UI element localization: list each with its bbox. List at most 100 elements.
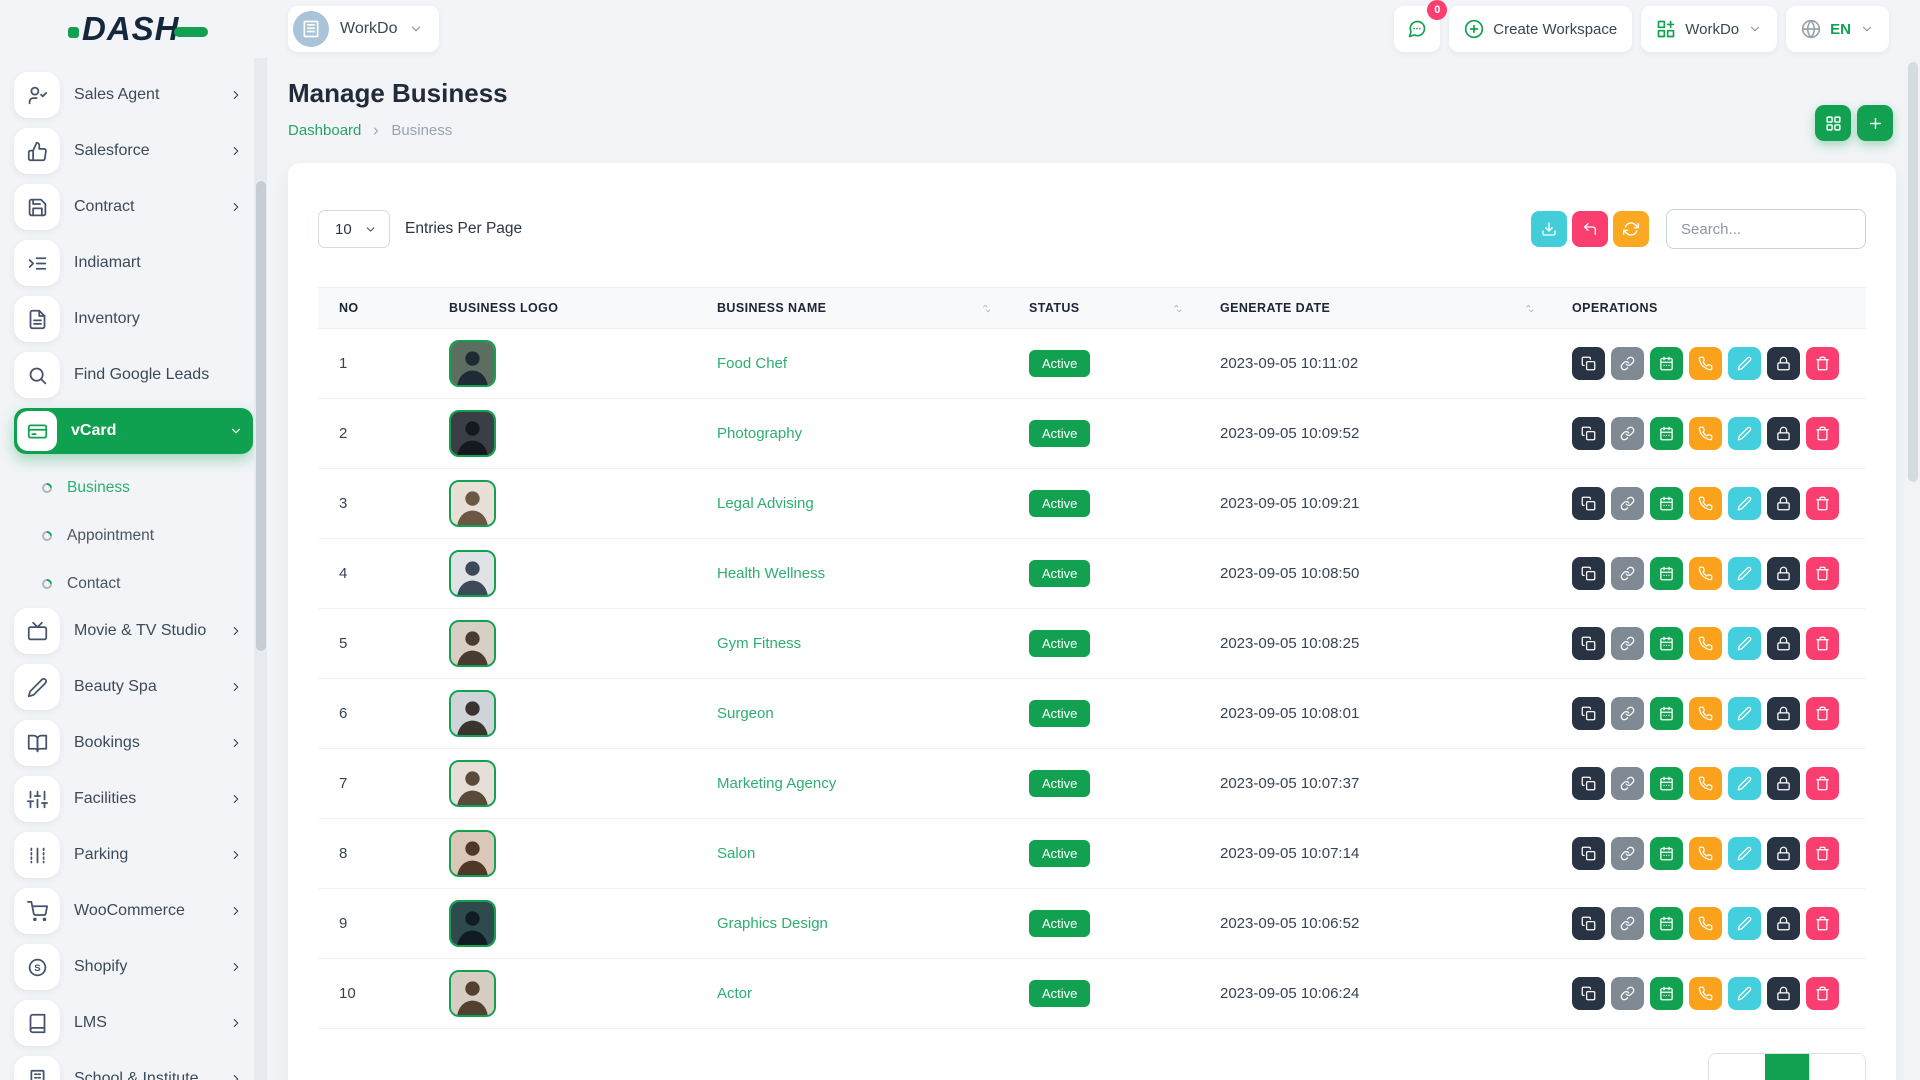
brand-logo[interactable]: DASH [68, 10, 267, 48]
sidebar-item-contract[interactable]: Contract [14, 184, 253, 230]
appointment-button[interactable] [1650, 347, 1683, 380]
call-button[interactable] [1689, 417, 1722, 450]
delete-button[interactable] [1806, 627, 1839, 660]
language-selector[interactable]: EN [1786, 6, 1889, 52]
link-button[interactable] [1611, 697, 1644, 730]
business-name-link[interactable]: Marketing Agency [717, 775, 836, 792]
sidebar-scrollbar-thumb[interactable] [256, 181, 266, 651]
business-name-link[interactable]: Gym Fitness [717, 635, 801, 652]
breadcrumb-dashboard-link[interactable]: Dashboard [288, 122, 361, 139]
duplicate-button[interactable] [1572, 417, 1605, 450]
pagination-previous-button[interactable] [1709, 1054, 1765, 1080]
sidebar-subitem-business[interactable]: Business [14, 464, 253, 512]
sort-icon[interactable] [981, 302, 994, 315]
edit-button[interactable] [1728, 487, 1761, 520]
workspace-selector[interactable]: WorkDo [288, 6, 439, 52]
call-button[interactable] [1689, 487, 1722, 520]
grid-view-button[interactable] [1815, 105, 1851, 141]
link-button[interactable] [1611, 417, 1644, 450]
sidebar-item-indiamart[interactable]: Indiamart [14, 240, 253, 286]
duplicate-button[interactable] [1572, 837, 1605, 870]
link-button[interactable] [1611, 837, 1644, 870]
edit-button[interactable] [1728, 837, 1761, 870]
sidebar-subitem-appointment[interactable]: Appointment [14, 512, 253, 560]
edit-button[interactable] [1728, 977, 1761, 1010]
duplicate-button[interactable] [1572, 697, 1605, 730]
password-button[interactable] [1767, 767, 1800, 800]
sidebar-item-facilities[interactable]: Facilities [14, 776, 253, 822]
appointment-button[interactable] [1650, 907, 1683, 940]
delete-button[interactable] [1806, 977, 1839, 1010]
appointment-button[interactable] [1650, 697, 1683, 730]
call-button[interactable] [1689, 697, 1722, 730]
sidebar-item-parking[interactable]: Parking [14, 832, 253, 878]
sidebar-item-school-institute[interactable]: School & Institute [14, 1056, 253, 1080]
appointment-button[interactable] [1650, 837, 1683, 870]
sidebar-item-bookings[interactable]: Bookings [14, 720, 253, 766]
page-scrollbar[interactable] [1905, 0, 1920, 1080]
call-button[interactable] [1689, 837, 1722, 870]
app-menu-button[interactable]: WorkDo [1641, 6, 1777, 52]
duplicate-button[interactable] [1572, 627, 1605, 660]
sidebar-item-lms[interactable]: LMS [14, 1000, 253, 1046]
business-name-link[interactable]: Graphics Design [717, 915, 828, 932]
edit-button[interactable] [1728, 557, 1761, 590]
export-button[interactable] [1531, 211, 1567, 247]
duplicate-button[interactable] [1572, 557, 1605, 590]
search-input[interactable] [1666, 209, 1866, 249]
sidebar-item-salesforce[interactable]: Salesforce [14, 128, 253, 174]
duplicate-button[interactable] [1572, 907, 1605, 940]
delete-button[interactable] [1806, 347, 1839, 380]
edit-button[interactable] [1728, 907, 1761, 940]
appointment-button[interactable] [1650, 557, 1683, 590]
business-name-link[interactable]: Food Chef [717, 355, 787, 372]
business-name-link[interactable]: Actor [717, 985, 752, 1002]
create-workspace-button[interactable]: Create Workspace [1449, 6, 1632, 52]
password-button[interactable] [1767, 487, 1800, 520]
add-business-button[interactable] [1857, 105, 1893, 141]
edit-button[interactable] [1728, 697, 1761, 730]
pagination-next-button[interactable] [1809, 1054, 1865, 1080]
link-button[interactable] [1611, 487, 1644, 520]
duplicate-button[interactable] [1572, 977, 1605, 1010]
column-header-business-name[interactable]: BUSINESS NAME [696, 301, 1008, 315]
call-button[interactable] [1689, 557, 1722, 590]
reset-button[interactable] [1572, 211, 1608, 247]
appointment-button[interactable] [1650, 627, 1683, 660]
link-button[interactable] [1611, 557, 1644, 590]
delete-button[interactable] [1806, 907, 1839, 940]
edit-button[interactable] [1728, 417, 1761, 450]
appointment-button[interactable] [1650, 487, 1683, 520]
password-button[interactable] [1767, 697, 1800, 730]
password-button[interactable] [1767, 557, 1800, 590]
call-button[interactable] [1689, 347, 1722, 380]
sidebar-item-shopify[interactable]: SShopify [14, 944, 253, 990]
delete-button[interactable] [1806, 837, 1839, 870]
edit-button[interactable] [1728, 347, 1761, 380]
call-button[interactable] [1689, 907, 1722, 940]
password-button[interactable] [1767, 417, 1800, 450]
sidebar-scrollbar[interactable] [254, 58, 267, 1080]
password-button[interactable] [1767, 977, 1800, 1010]
appointment-button[interactable] [1650, 767, 1683, 800]
duplicate-button[interactable] [1572, 767, 1605, 800]
delete-button[interactable] [1806, 767, 1839, 800]
page-scrollbar-thumb[interactable] [1908, 62, 1918, 482]
link-button[interactable] [1611, 767, 1644, 800]
duplicate-button[interactable] [1572, 347, 1605, 380]
business-name-link[interactable]: Health Wellness [717, 565, 825, 582]
link-button[interactable] [1611, 977, 1644, 1010]
sort-icon[interactable] [1172, 302, 1185, 315]
password-button[interactable] [1767, 837, 1800, 870]
business-name-link[interactable]: Legal Advising [717, 495, 814, 512]
sidebar-item-vcard[interactable]: vCard [14, 408, 253, 454]
link-button[interactable] [1611, 347, 1644, 380]
sidebar-item-woocommerce[interactable]: WooCommerce [14, 888, 253, 934]
call-button[interactable] [1689, 767, 1722, 800]
sidebar-item-beauty-spa[interactable]: Beauty Spa [14, 664, 253, 710]
delete-button[interactable] [1806, 697, 1839, 730]
sidebar-item-find-google-leads[interactable]: Find Google Leads [14, 352, 253, 398]
reload-button[interactable] [1613, 211, 1649, 247]
sidebar-item-sales-agent[interactable]: Sales Agent [14, 72, 253, 118]
call-button[interactable] [1689, 627, 1722, 660]
